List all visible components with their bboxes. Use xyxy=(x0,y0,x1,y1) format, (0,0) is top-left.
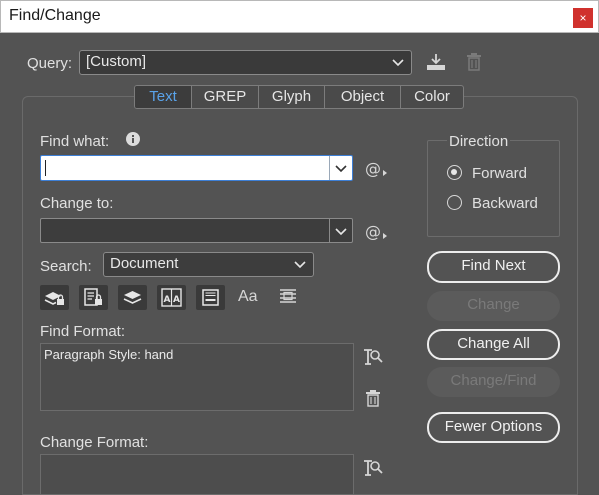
search-label: Search: xyxy=(40,258,92,275)
include-footnotes-toggle[interactable] xyxy=(196,285,225,310)
search-scope-value: Document xyxy=(110,255,179,272)
clear-find-format-icon[interactable] xyxy=(365,389,381,407)
backward-label[interactable]: Backward xyxy=(472,195,538,212)
svg-text:@: @ xyxy=(365,222,381,241)
svg-text:@: @ xyxy=(365,159,381,178)
save-query-icon[interactable] xyxy=(425,52,447,72)
include-hidden-layers-toggle[interactable] xyxy=(118,285,147,310)
chevron-down-icon xyxy=(392,59,404,67)
chevron-down-icon[interactable] xyxy=(334,160,348,176)
info-icon[interactable] xyxy=(125,131,141,147)
find-what-label: Find what: xyxy=(40,133,110,150)
change-format-label: Change Format: xyxy=(40,434,149,451)
close-button[interactable]: × xyxy=(573,8,593,28)
include-master-pages-toggle[interactable]: A A xyxy=(157,285,186,310)
change-find-button[interactable]: Change/Find xyxy=(427,367,560,397)
search-scope-dropdown[interactable]: Document xyxy=(103,252,314,277)
window-title: Find/Change xyxy=(9,7,101,24)
master-pages-icon: A A xyxy=(161,288,182,307)
query-dropdown[interactable]: [Custom] xyxy=(79,50,412,75)
include-locked-stories-toggle[interactable] xyxy=(79,285,108,310)
find-format-box[interactable]: Paragraph Style: hand xyxy=(40,343,354,411)
find-next-button[interactable]: Find Next xyxy=(427,251,560,283)
footnotes-icon xyxy=(202,289,219,306)
change-format-box[interactable] xyxy=(40,454,354,495)
special-characters-change-icon[interactable]: @ xyxy=(365,222,389,242)
locked-layers-icon xyxy=(44,292,64,305)
fewer-options-button[interactable]: Fewer Options xyxy=(427,412,560,443)
direction-group xyxy=(427,140,560,237)
locked-stories-icon xyxy=(84,288,102,306)
whole-word-icon[interactable] xyxy=(278,288,298,306)
backward-radio[interactable] xyxy=(447,195,462,210)
tab-grep[interactable]: GREP xyxy=(191,86,258,108)
tab-text[interactable]: Text xyxy=(135,86,191,108)
change-to-label: Change to: xyxy=(40,195,114,212)
forward-radio[interactable] xyxy=(447,165,462,180)
find-format-value: Paragraph Style: hand xyxy=(44,347,174,362)
change-to-input[interactable] xyxy=(40,218,353,243)
specify-change-format-icon[interactable] xyxy=(362,457,384,477)
chevron-down-icon xyxy=(294,261,306,269)
query-value: [Custom] xyxy=(86,53,147,70)
forward-label[interactable]: Forward xyxy=(472,165,527,182)
chevron-down-icon[interactable] xyxy=(334,223,348,239)
find-format-label: Find Format: xyxy=(40,323,126,340)
include-locked-layers-toggle[interactable] xyxy=(40,285,69,310)
search-type-tabs: Text GREP Glyph Object Color xyxy=(134,85,464,109)
tab-glyph[interactable]: Glyph xyxy=(258,86,324,108)
title-bar: Find/Change × xyxy=(0,0,599,33)
dropdown-divider xyxy=(329,156,330,180)
specify-find-format-icon[interactable] xyxy=(362,346,384,366)
change-all-button[interactable]: Change All xyxy=(427,329,560,360)
query-label: Query: xyxy=(27,55,73,72)
tab-color[interactable]: Color xyxy=(400,86,463,108)
delete-query-icon[interactable] xyxy=(465,52,483,72)
find-what-input[interactable] xyxy=(40,155,353,181)
svg-text:A: A xyxy=(164,295,171,305)
change-button[interactable]: Change xyxy=(427,291,560,321)
text-caret xyxy=(45,160,46,176)
hidden-layers-icon xyxy=(123,291,142,304)
dropdown-divider xyxy=(329,219,330,242)
direction-label: Direction xyxy=(447,133,511,150)
tab-object[interactable]: Object xyxy=(324,86,400,108)
case-sensitive-toggle[interactable]: Aa xyxy=(238,288,258,306)
special-characters-find-icon[interactable]: @ xyxy=(365,159,389,179)
svg-text:A: A xyxy=(173,295,180,305)
